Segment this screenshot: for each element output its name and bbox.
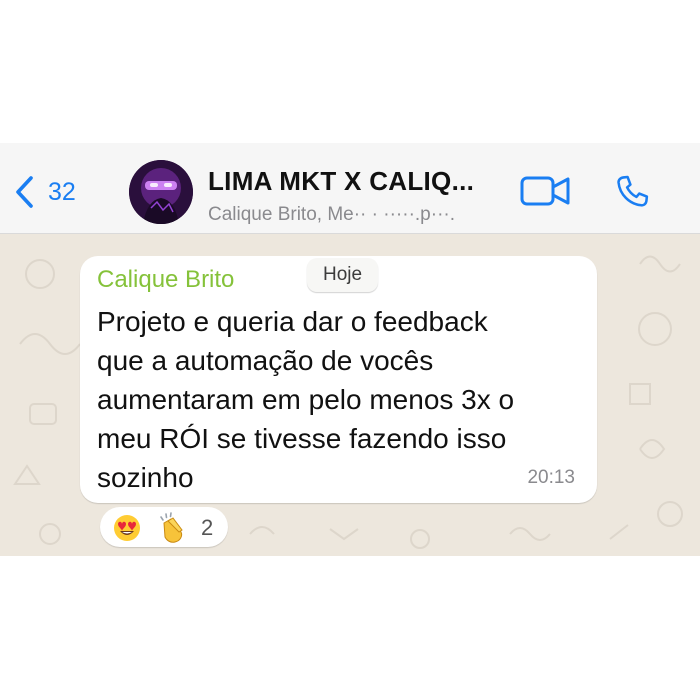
date-separator: Hoje (307, 258, 379, 292)
message-line: que a automação de vocês (97, 345, 434, 376)
video-call-button[interactable] (520, 174, 572, 213)
message-text: Projeto e queria dar o feedback que a au… (97, 302, 582, 497)
chevron-left-icon (16, 176, 33, 208)
message-timestamp: 20:13 (527, 467, 575, 488)
reactions-pill[interactable]: 2 (100, 507, 228, 547)
message-line: meu RÓI se tivesse fazendo isso (97, 423, 507, 454)
chat-participants[interactable]: Calique Brito, Me·· · ·····.p···. (208, 204, 506, 226)
chat-screen: 32 LIMA MKT X CALIQ... Calique Brito, Me… (0, 0, 700, 700)
unread-count: 32 (48, 178, 76, 206)
message-line: sozinho (97, 462, 194, 493)
video-camera-icon (520, 176, 570, 206)
message-line: aumentaram em pelo menos 3x o (97, 384, 515, 415)
message-bubble[interactable]: Calique Brito Projeto e queria dar o fee… (80, 256, 597, 503)
phone-icon (617, 175, 649, 207)
reaction-count: 2 (201, 515, 214, 540)
chat-title[interactable]: LIMA MKT X CALIQ... (208, 166, 474, 197)
sender-name[interactable]: Calique Brito (97, 266, 234, 294)
back-button[interactable]: 32 (14, 175, 76, 209)
voice-call-button[interactable] (612, 173, 652, 216)
chat-header: 32 LIMA MKT X CALIQ... Calique Brito, Me… (0, 143, 700, 234)
avatar-image (129, 160, 193, 224)
clapping-hands-emoji-icon (160, 512, 183, 543)
message-list[interactable]: Calique Brito Projeto e queria dar o fee… (0, 234, 700, 556)
heart-eyes-emoji-icon (114, 515, 140, 541)
message-line: Projeto e queria dar o feedback (97, 306, 488, 337)
group-avatar[interactable] (129, 160, 193, 224)
